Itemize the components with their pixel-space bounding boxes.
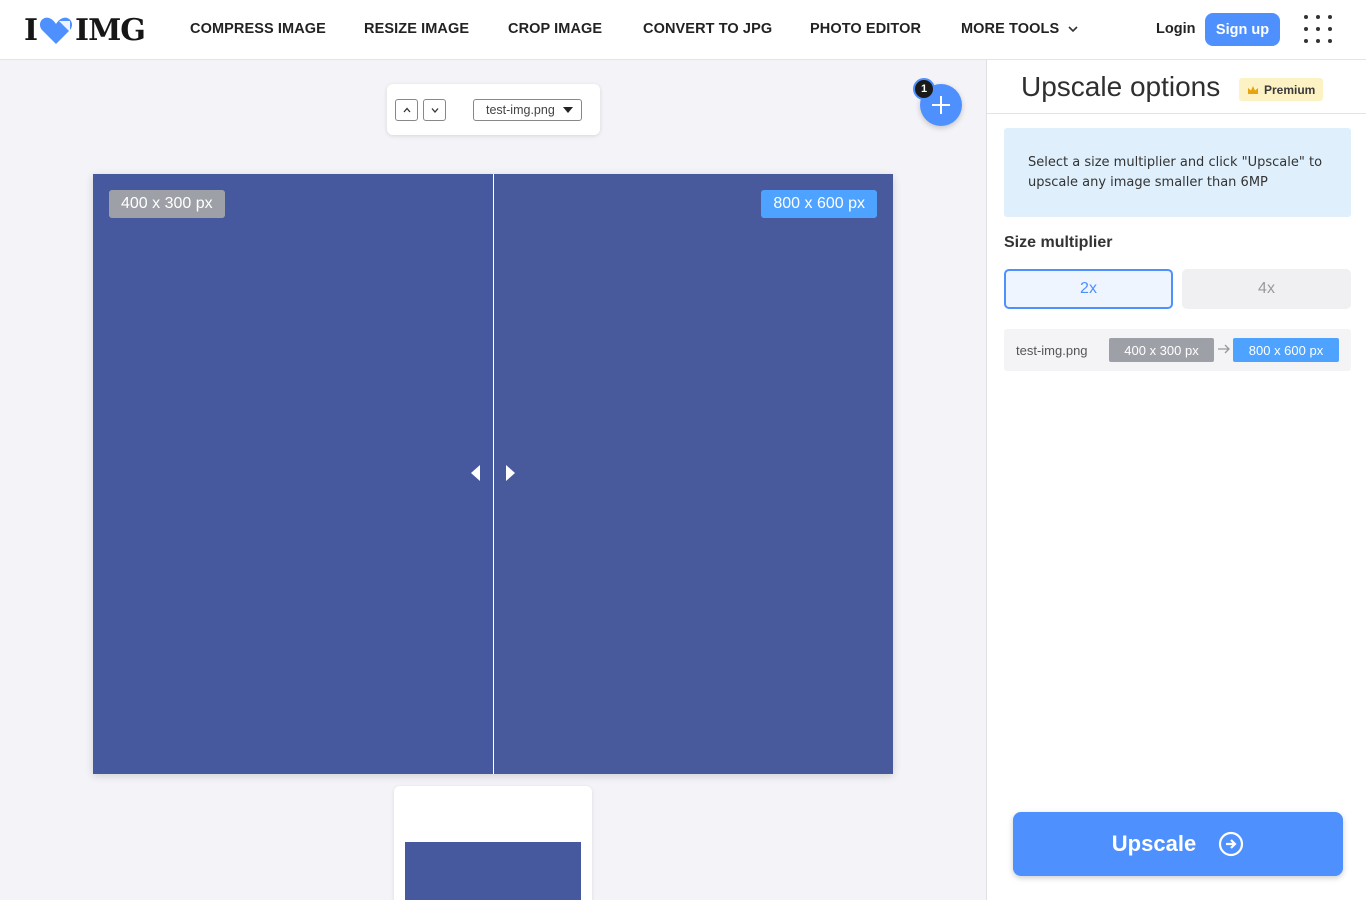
chevron-down-icon — [1068, 26, 1078, 33]
login-link[interactable]: Login — [1156, 21, 1195, 37]
caret-left-icon[interactable] — [471, 465, 480, 481]
caret-down-icon — [563, 107, 573, 113]
info-message: Select a size multiplier and click "Upsc… — [1004, 128, 1351, 217]
file-thumbnail-card[interactable] — [394, 786, 592, 900]
file-old-size: 400 x 300 px — [1109, 338, 1214, 362]
nav-resize-image[interactable]: RESIZE IMAGE — [364, 21, 469, 37]
nav-more-tools[interactable]: MORE TOOLS — [961, 21, 1079, 37]
plus-icon — [932, 96, 950, 114]
size-multiplier-label: Size multiplier — [1004, 234, 1113, 251]
circle-arrow-right-icon — [1219, 831, 1244, 857]
move-down-button[interactable] — [423, 99, 446, 121]
upscaled-image-half — [493, 174, 893, 774]
top-header: I IMG COMPRESS IMAGE RESIZE IMAGE CROP I… — [0, 0, 1366, 60]
original-size-badge: 400 x 300 px — [109, 190, 225, 218]
file-size-row: test-img.png 400 x 300 px 800 x 600 px — [1004, 329, 1351, 371]
nav-crop-image[interactable]: CROP IMAGE — [508, 21, 602, 37]
signup-button[interactable]: Sign up — [1205, 13, 1280, 46]
panel-header: Upscale options Premium — [987, 60, 1366, 114]
logo-text-right: IMG — [75, 12, 146, 48]
multiplier-4x-button[interactable]: 4x — [1182, 269, 1351, 309]
arrow-right-icon — [1218, 344, 1230, 354]
image-compare-preview[interactable]: 400 x 300 px 800 x 600 px — [93, 174, 893, 774]
grid-icon[interactable] — [1304, 15, 1332, 43]
file-select-dropdown[interactable]: test-img.png — [473, 99, 582, 121]
logo-text-left: I — [24, 12, 38, 48]
nav-convert-to-jpg[interactable]: CONVERT TO JPG — [643, 21, 772, 37]
upscaled-size-badge: 800 x 600 px — [761, 190, 877, 218]
compare-slider-handle[interactable] — [493, 174, 494, 774]
file-toolbar: test-img.png — [387, 84, 600, 135]
nav-compress-image[interactable]: COMPRESS IMAGE — [190, 21, 326, 37]
upscale-options-panel: Upscale options Premium Select a size mu… — [986, 60, 1366, 900]
crown-icon — [1248, 85, 1258, 94]
file-thumbnail-image — [405, 842, 581, 900]
file-name: test-img.png — [1016, 343, 1088, 358]
chevron-down-icon — [431, 108, 438, 113]
chevron-up-icon — [403, 107, 410, 113]
panel-title: Upscale options — [1021, 71, 1221, 102]
file-new-size: 800 x 600 px — [1233, 338, 1339, 362]
premium-badge: Premium — [1239, 78, 1324, 101]
heart-icon — [40, 17, 73, 44]
file-select-value: test-img.png — [486, 103, 555, 117]
upscale-button-label: Upscale — [1111, 831, 1197, 856]
caret-right-icon[interactable] — [506, 465, 515, 481]
file-count-badge: 1 — [913, 78, 935, 100]
nav-more-tools-label: MORE TOOLS — [961, 21, 1060, 37]
multiplier-2x-button[interactable]: 2x — [1004, 269, 1173, 309]
logo[interactable]: I IMG — [24, 12, 146, 48]
nav-photo-editor[interactable]: PHOTO EDITOR — [810, 21, 921, 37]
upscale-button[interactable]: Upscale — [1013, 812, 1343, 876]
premium-label: Premium — [1264, 82, 1316, 97]
move-up-button[interactable] — [395, 99, 418, 121]
